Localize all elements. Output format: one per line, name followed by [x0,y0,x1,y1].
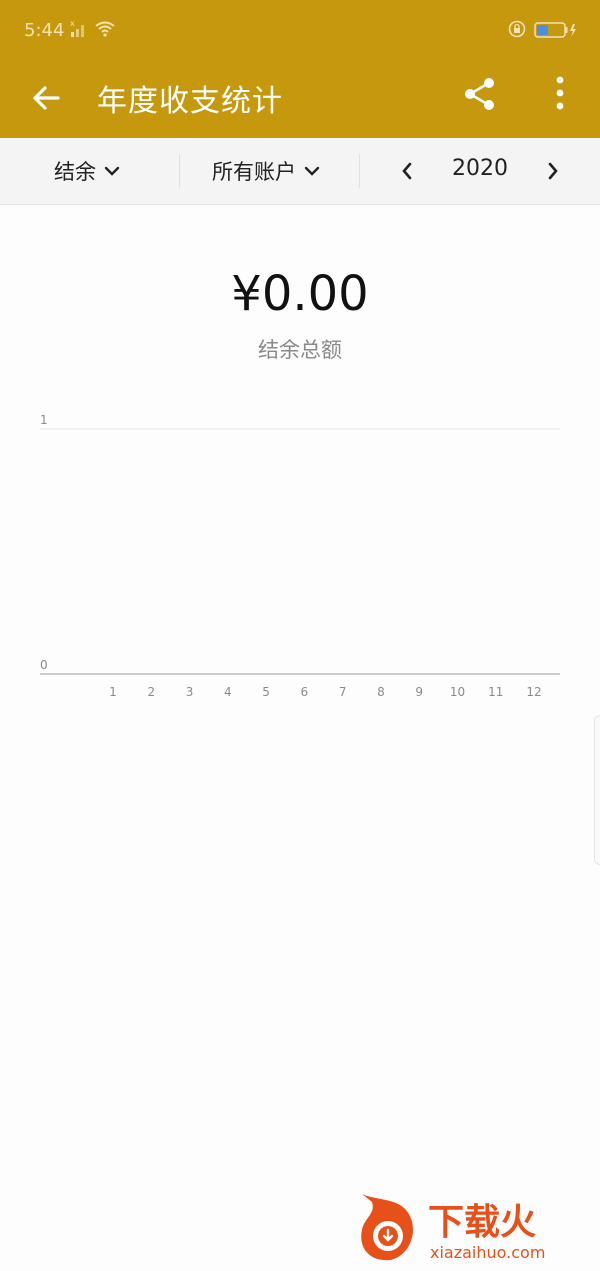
x-tick-label: 8 [377,685,385,699]
page-title: 年度收支统计 [97,84,283,119]
status-time: 5:44 [24,20,65,41]
status-bar: 5:44 x [0,0,600,60]
watermark-brand: 下载火 [428,1202,536,1243]
chevron-down-icon [104,166,120,176]
x-tick-label: 7 [339,685,347,699]
x-tick-label: 1 [109,685,117,699]
side-panel-handle[interactable] [594,715,600,865]
divider [179,154,180,188]
total-amount: ¥0.00 [231,266,369,322]
x-tick-label: 5 [262,685,270,699]
svg-text:x: x [70,20,75,28]
battery-icon [534,21,578,43]
signal-icon: x [70,19,88,42]
x-tick-label: 6 [301,685,309,699]
balance-chart: 011 2 3 4 5 6 7 8 9 10 11 12 [40,413,560,699]
x-tick-label: 12 [526,685,541,699]
year-label: 2020 [452,156,508,181]
x-tick-label: 4 [224,685,232,699]
x-tick-label: 3 [186,685,194,699]
y-tick-label: 0 [40,658,48,672]
total-label: 结余总额 [258,338,342,362]
back-arrow-icon[interactable] [26,78,66,118]
x-tick-label: 10 [450,685,465,699]
share-icon[interactable] [460,74,500,114]
chevron-left-icon[interactable] [396,158,418,184]
x-tick-label: 2 [147,685,155,699]
chevron-down-icon [304,166,320,176]
chevron-right-icon[interactable] [542,158,564,184]
account-dropdown-label: 所有账户 [212,160,296,184]
wifi-icon [94,20,116,42]
divider [359,154,360,188]
type-dropdown-label: 结余 [54,160,96,184]
type-dropdown[interactable]: 结余 [54,138,120,204]
app-bar: 年度收支统计 [0,60,600,138]
rotation-lock-icon [508,20,526,42]
flame-logo-icon [361,1194,413,1261]
account-dropdown[interactable]: 所有账户 [212,138,320,204]
x-tick-label: 11 [488,685,503,699]
watermark: 下载火 xiazaihuo.com [354,1190,600,1267]
x-tick-label: 9 [415,685,423,699]
more-options-icon[interactable] [542,74,578,114]
filter-bar: 结余 所有账户 2020 [0,138,600,205]
watermark-url: xiazaihuo.com [430,1243,545,1262]
y-tick-label: 1 [40,413,48,427]
